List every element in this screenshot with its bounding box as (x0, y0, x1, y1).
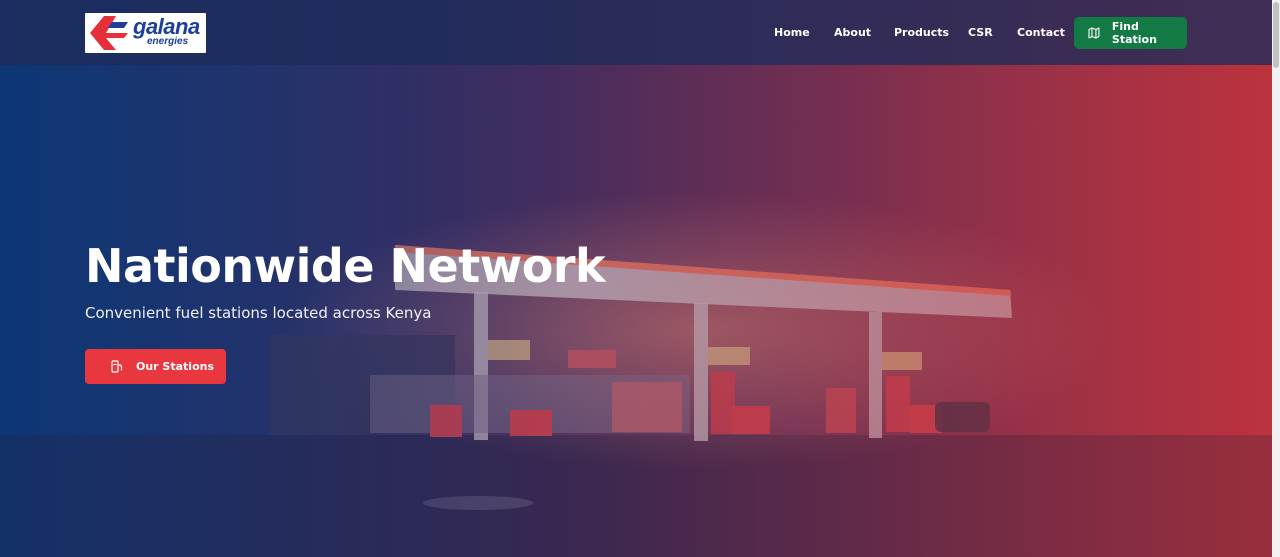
top-navbar: galana energies Home About Products CSR … (0, 0, 1272, 65)
nav-home[interactable]: Home (774, 26, 810, 39)
hero-section: Nationwide Network Convenient fuel stati… (0, 0, 1272, 557)
nav-contact[interactable]: Contact (1017, 26, 1065, 39)
nav-about[interactable]: About (834, 26, 871, 39)
our-stations-button[interactable]: Our Stations (85, 349, 226, 384)
find-station-button[interactable]: Find Station (1074, 17, 1187, 49)
scrollbar-thumb[interactable] (1273, 2, 1279, 68)
hero-title: Nationwide Network (85, 239, 606, 293)
hero-subtitle: Convenient fuel stations located across … (85, 304, 432, 322)
nav-csr[interactable]: CSR (968, 26, 993, 39)
page-scrollbar[interactable] (1272, 0, 1280, 557)
nav-products[interactable]: Products (894, 26, 949, 39)
map-icon (1088, 27, 1100, 39)
our-stations-label: Our Stations (136, 360, 215, 373)
find-station-label: Find Station (1111, 20, 1157, 46)
fuel-pump-icon (111, 360, 123, 373)
